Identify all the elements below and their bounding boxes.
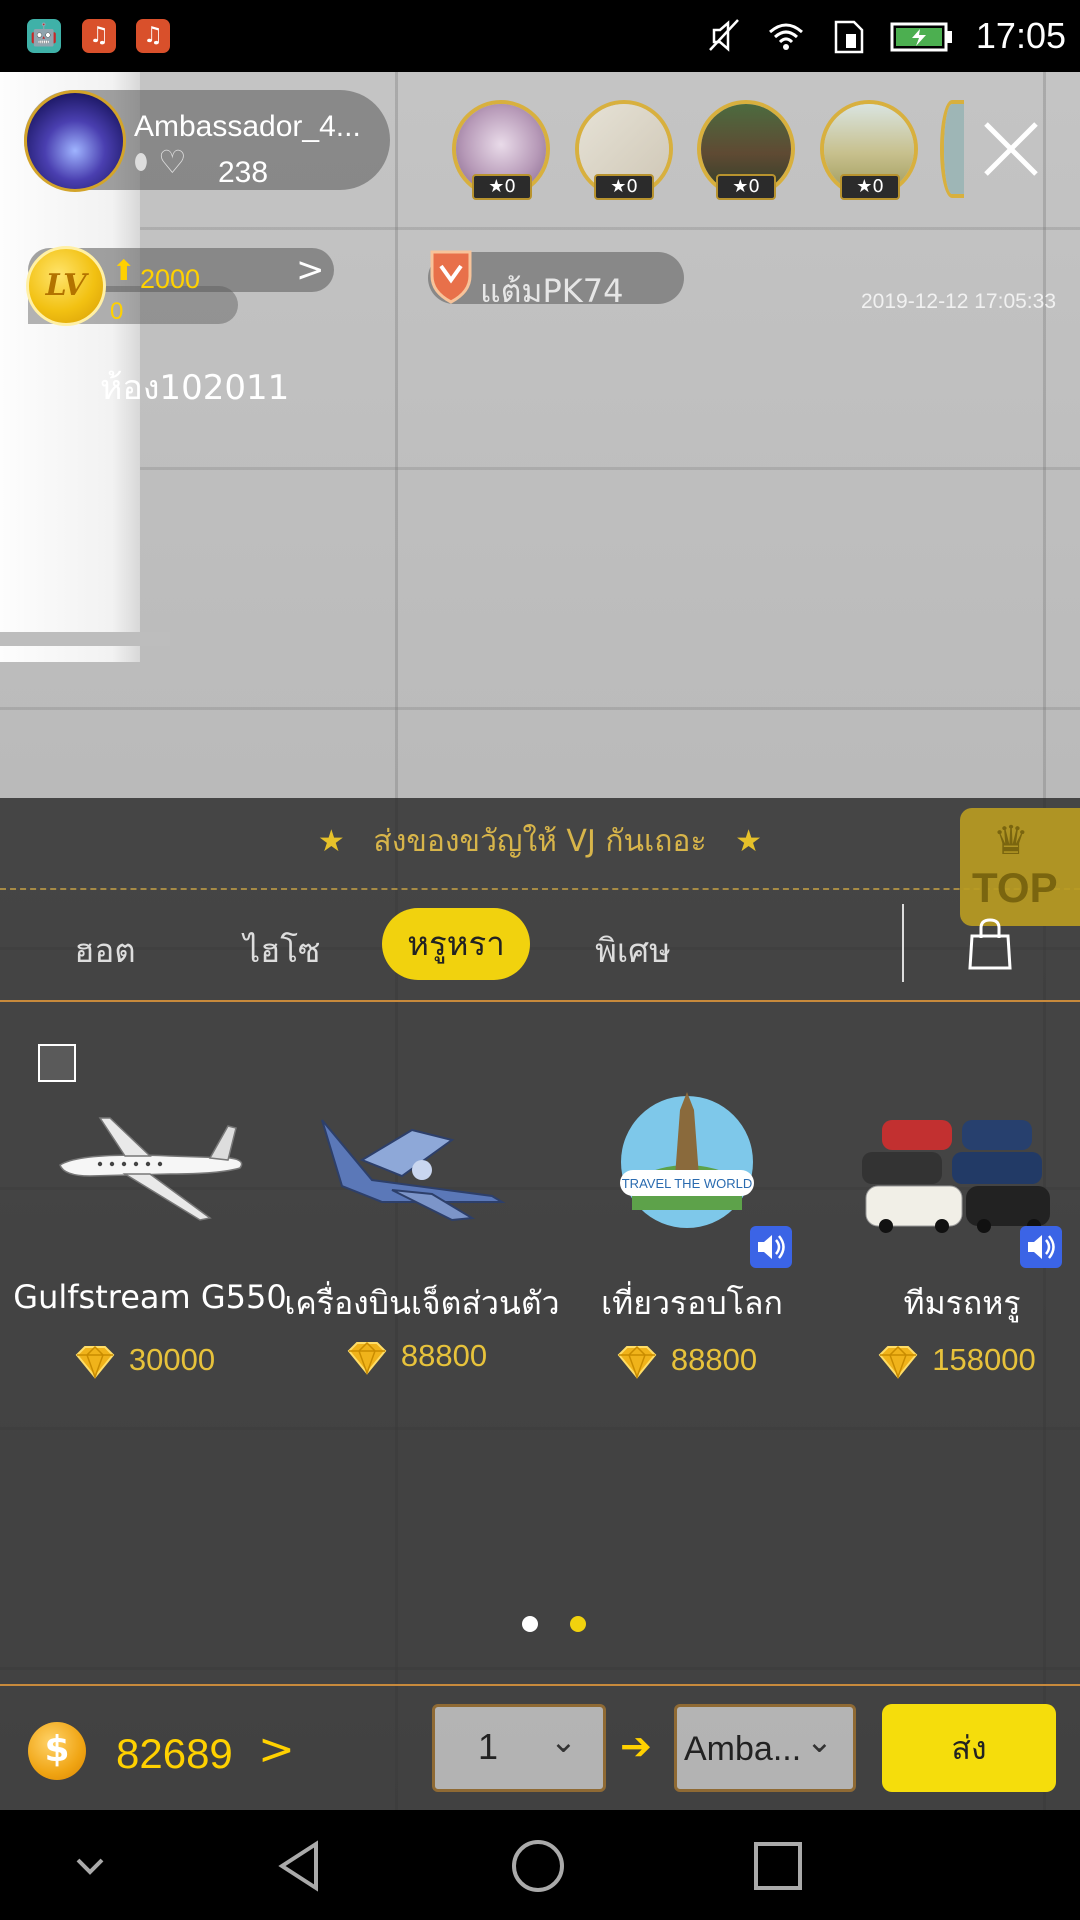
chevron-down-icon: ⌄ [806, 1722, 833, 1760]
level-up-arrow-icon: ⬆ [112, 254, 136, 287]
mute-mic-icon[interactable] [38, 1044, 76, 1082]
back-icon[interactable] [270, 1836, 330, 1896]
tab-luxury[interactable]: หรูหรา [382, 908, 530, 980]
gift-price: 158000 [822, 1342, 1080, 1379]
shield-icon [430, 250, 472, 304]
tab-divider [902, 904, 904, 982]
gift-name: เที่ยวรอบโลก [601, 1284, 783, 1322]
tab-hiso[interactable]: ไฮโซ [222, 926, 342, 976]
page-dot[interactable] [522, 1616, 538, 1632]
luxury-cars-image [862, 1120, 1050, 1233]
host-badge-icon: ⬮ [134, 150, 148, 175]
close-icon[interactable] [980, 118, 1042, 180]
sound-icon [750, 1226, 792, 1268]
page-dot-active[interactable] [570, 1616, 586, 1632]
diamond-icon [878, 1345, 918, 1379]
pk-score: แต้มPK74 [480, 272, 624, 310]
level-target: 2000 [140, 264, 201, 294]
video-window-frame [0, 632, 170, 646]
gift-price: 88800 [282, 1338, 552, 1375]
room-id: ห้อง102011 [100, 368, 290, 408]
home-icon[interactable] [508, 1836, 568, 1896]
chevron-right-icon[interactable]: > [258, 1724, 295, 1775]
battery-charging-icon [890, 22, 952, 52]
wifi-icon [768, 23, 803, 50]
heart-icon: ♡ [158, 143, 187, 181]
viewer-badge: ★0 [840, 174, 900, 200]
travel-world-caption: TRAVEL THE WORLD [622, 1176, 753, 1191]
arrow-right-icon: ➔ [620, 1724, 652, 1768]
viewer-badge: ★0 [472, 174, 532, 200]
gift-item[interactable]: เครื่องบินเจ็ตส่วนตัว 88800 [282, 1090, 560, 1390]
shopping-bag-icon[interactable] [968, 916, 1012, 972]
gift-name: ทีมรถหรู [903, 1284, 1021, 1322]
viewer-badge: ★0 [594, 174, 654, 200]
header-divider [0, 888, 1080, 890]
gift-price: 30000 [10, 1342, 280, 1379]
gift-price: 88800 [552, 1342, 822, 1379]
host-avatar[interactable] [24, 90, 126, 192]
gift-name: Gulfstream G550 [13, 1278, 287, 1316]
hide-keyboard-icon[interactable] [60, 1836, 120, 1896]
quantity-select[interactable] [432, 1704, 606, 1792]
jet-image [321, 1119, 506, 1222]
tab-hot[interactable]: ฮอต [50, 926, 160, 976]
send-button[interactable]: ส่ง [882, 1704, 1056, 1792]
private-jet-image [59, 1117, 243, 1221]
travel-world-image: TRAVEL THE WORLD [620, 1092, 754, 1228]
star-icon: ★ [317, 824, 345, 859]
gift-panel-header: ★ ส่งของขวัญให้ VJ กันเถอะ ★ [317, 824, 763, 859]
coin-balance[interactable]: 82689 [116, 1730, 233, 1778]
diamond-icon [75, 1345, 115, 1379]
viewer-avatar-partial[interactable] [940, 100, 964, 198]
gift-item[interactable]: Gulfstream G550 30000 [10, 1090, 287, 1390]
chevron-down-icon: ⌄ [550, 1722, 577, 1760]
chevron-right-icon[interactable]: > [296, 250, 325, 290]
viewer-badge: ★0 [716, 174, 776, 200]
bottom-divider [0, 1684, 1080, 1686]
music-notification-icon: ♫ [82, 19, 116, 53]
star-icon: ★ [735, 824, 763, 859]
status-bar: 🤖 ♫ ♫ 17:05 [0, 0, 1080, 72]
quantity-value: 1 [478, 1726, 499, 1767]
android-notification-icon: 🤖 [27, 19, 61, 53]
recipient-value: Amba... [684, 1730, 802, 1768]
host-name: Ambassador_4... [134, 110, 361, 143]
recent-apps-icon[interactable] [748, 1836, 808, 1896]
coin-icon: $ [28, 1722, 86, 1780]
tabs-divider [0, 1000, 1080, 1002]
sound-icon [1020, 1226, 1062, 1268]
music-notification-icon-2: ♫ [136, 19, 170, 53]
tab-special[interactable]: พิเศษ [580, 926, 686, 976]
top-label: TOP [972, 864, 1058, 911]
gift-name: เครื่องบินเจ็ตส่วนตัว [284, 1284, 560, 1322]
timestamp: 2019-12-12 17:05:33 [861, 290, 1056, 313]
mute-icon [708, 19, 739, 52]
host-likes-count: 238 [218, 156, 269, 189]
diamond-icon [347, 1341, 387, 1375]
clock: 17:05 [975, 15, 1066, 56]
crown-icon: ♛ [993, 818, 1029, 864]
sim-icon [834, 20, 864, 54]
level-badge: LV [26, 246, 106, 326]
diamond-icon [617, 1345, 657, 1379]
level-current: 0 [110, 298, 124, 325]
